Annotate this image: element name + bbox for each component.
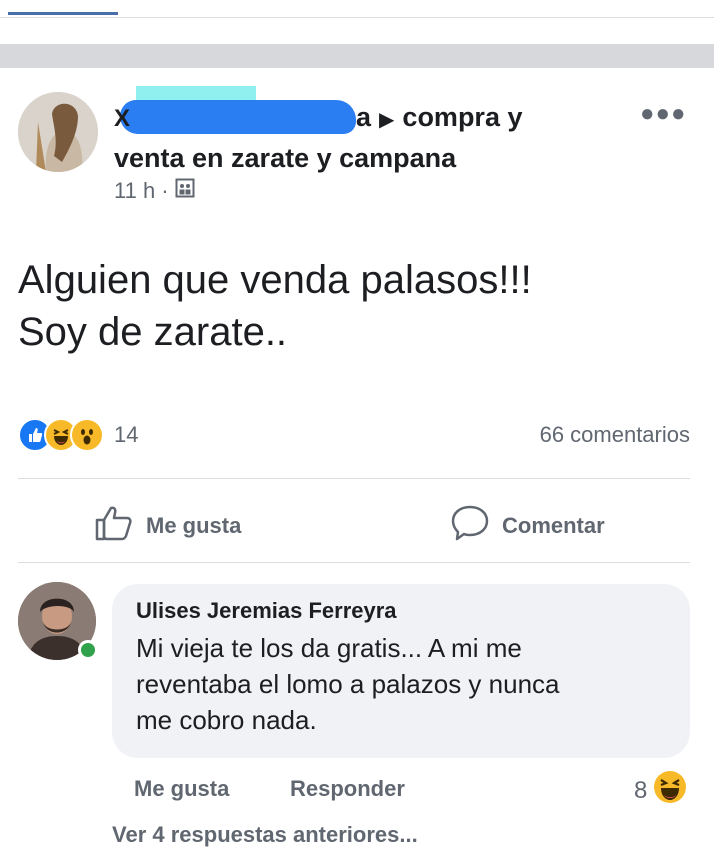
view-previous-replies-link[interactable]: Ver 4 respuestas anteriores... [112,822,418,848]
comment-bubble: Ulises Jeremias Ferreyra Mi vieja te los… [112,584,690,758]
top-divider [0,17,714,18]
post-text-line: Alguien que venda palasos!!! [18,258,532,302]
feed-separator [0,44,714,68]
redacted-author-name[interactable]: X [114,86,356,134]
comments-count[interactable]: 66 comentarios [540,422,690,448]
group-audience-icon [175,178,195,204]
post-time[interactable]: 11 h [114,178,155,204]
post-text: Alguien que venda palasos!!! Soy de zara… [18,254,688,358]
group-name-continued[interactable]: venta en zarate y campana [114,143,456,173]
comment-text-line: reventaba el lomo a palazos y nunca [136,669,560,699]
comment-text-line: me cobro nada. [136,705,317,735]
divider [18,478,690,479]
like-button-label: Me gusta [146,513,242,538]
post-text-line: Soy de zarate.. [18,310,288,354]
commenter-name[interactable]: Ulises Jeremias Ferreyra [136,598,668,624]
author-name-tail: a [356,102,372,132]
comment-like-link[interactable]: Me gusta [134,776,229,802]
more-options-icon[interactable]: ●●● [640,100,687,128]
comment-text-line: Mi vieja te los da gratis... A mi me [136,633,522,663]
arrow-right-icon: ▶ [379,109,395,131]
comment-button[interactable]: Comentar [450,504,605,548]
comment-reply-link[interactable]: Responder [290,776,405,802]
post-header: X a ▶ compra y venta en zarate y campana [114,86,634,177]
haha-reaction-icon [653,770,687,811]
redaction-scribble [120,100,356,134]
active-tab-indicator [8,12,118,15]
comment-button-label: Comentar [502,513,605,538]
comment-reactions[interactable]: 8 [634,770,687,811]
comment-text: Mi vieja te los da gratis... A mi me rev… [136,630,668,738]
meta-separator: · [161,178,169,203]
like-button[interactable]: Me gusta [94,504,241,548]
post-meta: 11 h · [114,178,195,204]
author-avatar[interactable] [18,92,98,172]
reaction-count: 14 [114,422,139,447]
wow-reaction-icon [70,418,104,452]
group-name[interactable]: compra y [402,102,522,132]
reactions-summary[interactable]: 14 [18,418,138,452]
online-status-indicator [78,640,98,660]
author-name-prefix: X [114,105,131,132]
divider [18,562,690,563]
thumbs-up-icon [94,504,134,548]
speech-bubble-icon [450,504,490,548]
comment-reaction-count: 8 [634,776,648,804]
